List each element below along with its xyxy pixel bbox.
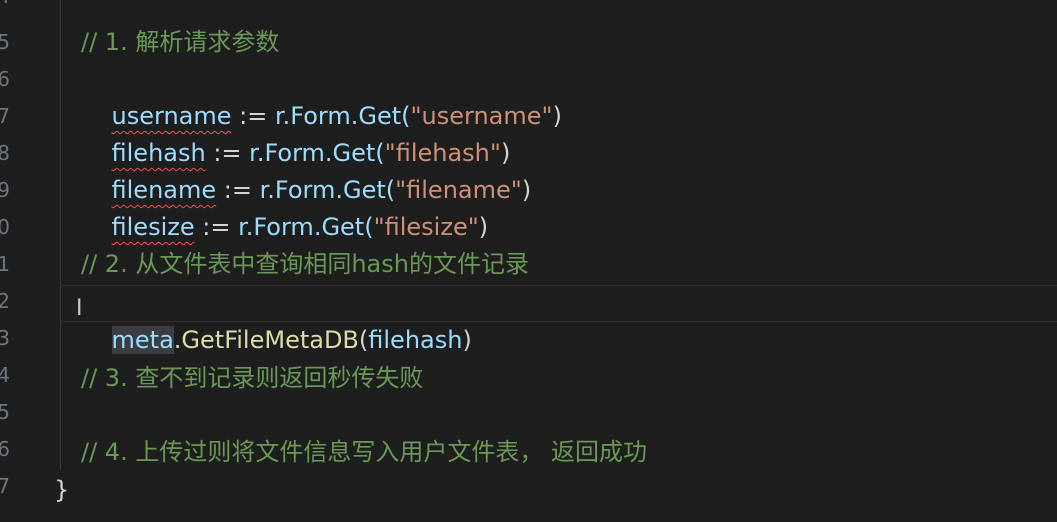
argument-filehash: filehash [368, 326, 463, 354]
assign-operator: := [194, 213, 239, 241]
code-comment[interactable]: // 2. 从文件表中查询相同hash的文件记录 [81, 246, 529, 283]
open-paren: ( [358, 326, 369, 354]
code-line[interactable]: filesize := r.Form.Get("filesize") [81, 172, 489, 241]
line-number: 5 [0, 30, 10, 54]
code-line[interactable]: username := r.Form.Get("username") [81, 61, 562, 130]
variable-filesize: filesize [111, 213, 195, 241]
code-line[interactable]: filename := r.Form.Get("filename") [81, 135, 532, 204]
line-number: 4 [0, 363, 10, 387]
line-number: 4 [0, 0, 10, 15]
close-paren: ) [462, 326, 472, 354]
line-number: 5 [0, 400, 10, 424]
close-paren: ) [478, 213, 489, 241]
indent-guide [60, 0, 61, 470]
line-number: 7 [0, 474, 10, 498]
line-number: 7 [0, 104, 10, 128]
string-literal: "filesize" [373, 213, 479, 241]
line-number: 1 [0, 252, 10, 276]
line-number: 3 [0, 326, 10, 350]
text-cursor-icon: I [76, 296, 83, 321]
line-number: 8 [0, 141, 10, 165]
line-number: 9 [0, 178, 10, 202]
package-meta: meta [111, 326, 174, 354]
code-comment[interactable]: // 3. 查不到记录则返回秒传失败 [81, 360, 423, 397]
line-number: 0 [0, 215, 10, 239]
code-comment[interactable]: // 4. 上传过则将文件信息写入用户文件表， 返回成功 [81, 434, 647, 471]
close-paren: ) [521, 176, 532, 204]
line-number-gutter: 4 5 6 7 8 9 0 1 2 3 4 5 6 7 [0, 0, 18, 522]
line-number: 6 [0, 437, 10, 461]
close-paren: ) [552, 102, 562, 130]
code-line[interactable]: filehash := r.Form.Get("filehash") [81, 98, 511, 167]
code-editor[interactable]: 4 5 6 7 8 9 0 1 2 3 4 5 6 7 // 1. 解析请求参数… [0, 0, 1057, 522]
line-number: 2 [0, 289, 10, 313]
function-name: GetFileMetaDB [181, 326, 359, 354]
closing-brace: } [54, 476, 70, 504]
code-comment[interactable]: // 1. 解析请求参数 [81, 24, 279, 61]
code-line-current[interactable]: meta.GetFileMetaDB(filehash) [81, 285, 472, 354]
form-get-call: r.Form.Get( [238, 213, 374, 241]
line-number: 6 [0, 67, 10, 91]
